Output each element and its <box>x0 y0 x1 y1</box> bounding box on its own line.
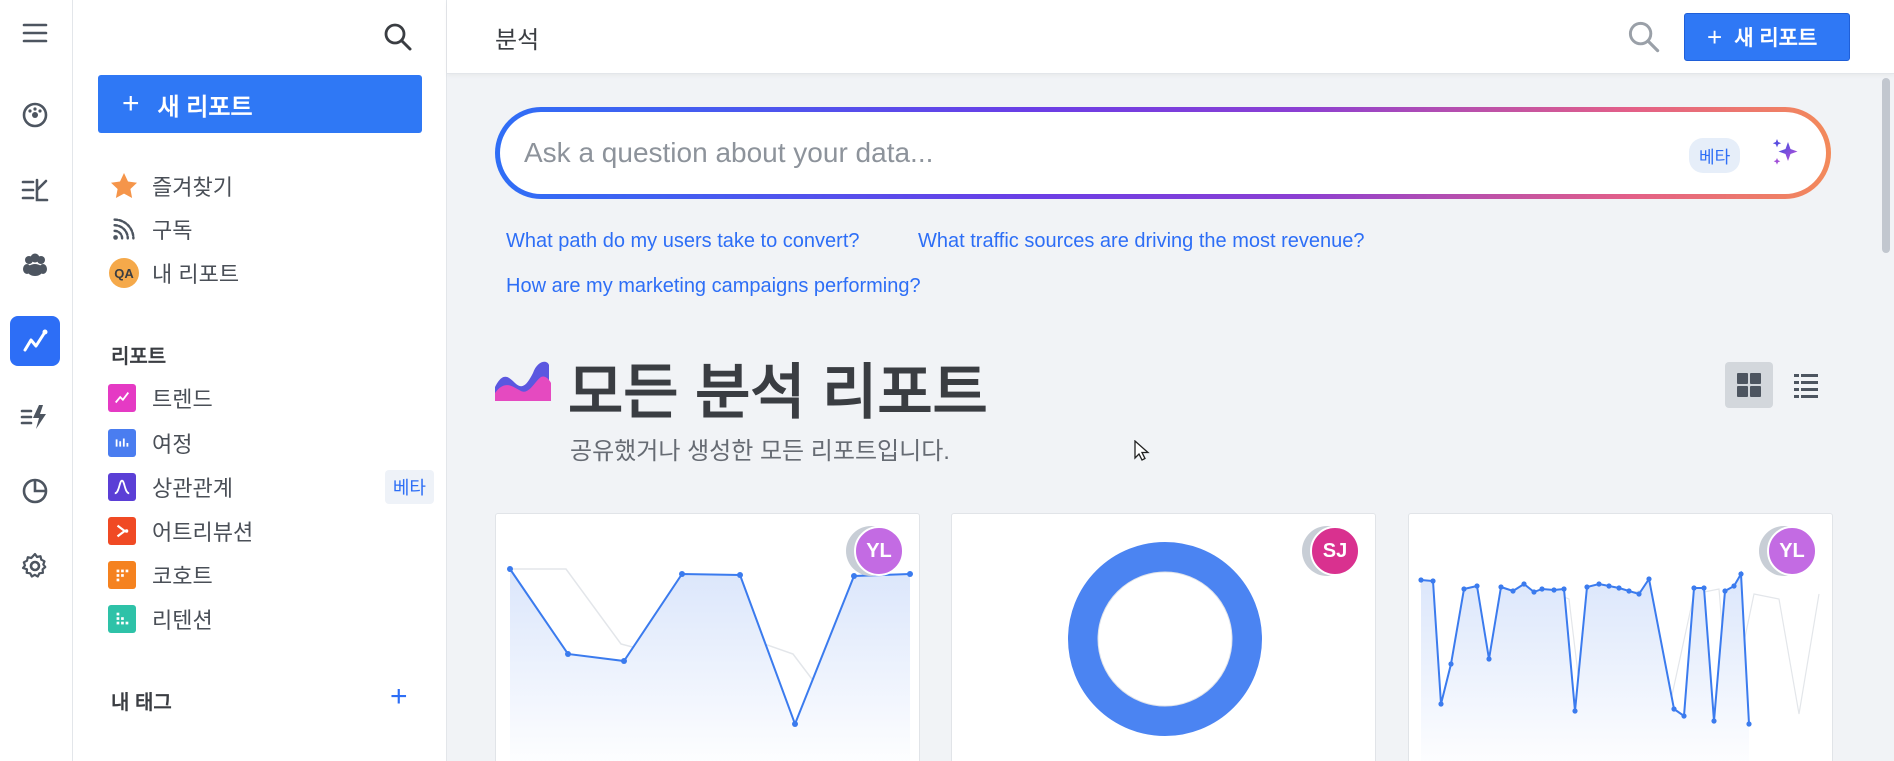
search-icon[interactable] <box>383 22 413 52</box>
suggestion-link[interactable]: How are my marketing campaigns performin… <box>506 275 921 298</box>
section-title: 모든 분석 리포트 <box>568 359 988 426</box>
page-title: 분석 <box>495 27 540 54</box>
owner-avatars: SJ <box>1302 526 1372 578</box>
sidebar-item-my-reports[interactable]: QA 내 리포트 <box>108 255 239 291</box>
avatar: SJ <box>1310 526 1360 576</box>
report-card[interactable]: SJ <box>951 513 1376 761</box>
mouse-cursor-icon <box>1134 440 1150 461</box>
sidebar-item-trends[interactable]: 트렌드 <box>108 380 213 416</box>
trend-icon <box>108 384 136 412</box>
sidebar-item-retention[interactable]: 리텐션 <box>108 601 213 637</box>
analytics-icon[interactable] <box>10 316 60 366</box>
new-report-button[interactable]: + 새 리포트 <box>1684 13 1850 61</box>
users-icon[interactable] <box>10 240 60 290</box>
avatar: YL <box>1767 526 1817 576</box>
left-rail <box>0 0 73 761</box>
ask-question-bar: 베타 <box>495 107 1831 199</box>
journey-icon <box>108 429 136 457</box>
owner-avatars: YL <box>1759 526 1829 578</box>
my-tags-heading: 내 태그 <box>111 692 172 714</box>
ask-question-input[interactable] <box>524 112 1624 194</box>
sidebar: + 새 리포트 즐겨찾기 구독 QA 내 리포트 리포트 트렌드 여정 상관관계… <box>73 0 447 761</box>
section-subtitle: 공유했거나 생성한 모든 리포트입니다. <box>570 438 950 465</box>
grid-view-button[interactable] <box>1725 362 1773 408</box>
sidebar-item-label: 구독 <box>152 218 193 243</box>
attribution-icon <box>108 517 136 545</box>
sidebar-item-label: 여정 <box>152 432 193 457</box>
actions-icon[interactable] <box>10 392 60 442</box>
sidebar-item-label: 리텐션 <box>152 608 213 633</box>
report-card[interactable]: YL <box>1408 513 1833 761</box>
report-card[interactable]: YL <box>495 513 920 761</box>
pie-chart-icon[interactable] <box>10 466 60 516</box>
correlation-icon <box>108 473 136 501</box>
new-report-label: 새 리포트 <box>157 93 253 121</box>
new-report-button[interactable]: + 새 리포트 <box>98 75 422 133</box>
sidebar-item-journeys[interactable]: 여정 <box>108 425 192 461</box>
search-icon[interactable] <box>1627 20 1661 54</box>
suggestion-link[interactable]: What traffic sources are driving the mos… <box>918 230 1365 253</box>
sidebar-item-subscriptions[interactable]: 구독 <box>108 211 192 247</box>
avatar: YL <box>854 526 904 576</box>
reports-heading: 리포트 <box>111 346 167 368</box>
new-report-label: 새 리포트 <box>1734 27 1818 50</box>
sidebar-item-label: 즐겨찾기 <box>152 175 233 200</box>
beta-badge: 베타 <box>1689 138 1741 173</box>
topbar: 분석 + 새 리포트 <box>447 0 1894 74</box>
gear-icon[interactable] <box>10 541 60 591</box>
list-view-button[interactable] <box>1782 362 1830 408</box>
vertical-scrollbar[interactable] <box>1882 78 1890 253</box>
subscription-icon <box>108 213 140 245</box>
sidebar-item-label: 상관관계 <box>152 476 233 501</box>
sidebar-item-cohorts[interactable]: 코호트 <box>108 557 213 593</box>
dashboard-icon[interactable] <box>10 90 60 140</box>
beta-badge: 베타 <box>384 470 434 504</box>
retention-icon <box>108 605 136 633</box>
menu-icon[interactable] <box>10 8 60 58</box>
grid-view-icon <box>1737 373 1761 397</box>
sidebar-item-label: 트렌드 <box>152 387 213 412</box>
owner-avatars: YL <box>846 526 916 578</box>
sidebar-item-favorites[interactable]: 즐겨찾기 <box>108 168 233 204</box>
suggestion-link[interactable]: What path do my users take to convert? <box>506 230 860 253</box>
plus-icon: + <box>122 87 140 120</box>
cohort-icon <box>108 561 136 589</box>
sidebar-item-label: 코호트 <box>152 564 213 589</box>
list-view-icon <box>1794 374 1818 398</box>
add-tag-button[interactable]: + <box>390 682 408 712</box>
star-icon <box>108 170 140 202</box>
sidebar-item-label: 내 리포트 <box>152 262 240 287</box>
ask-question-inner: 베타 <box>500 112 1826 194</box>
qa-avatar: QA <box>108 257 140 289</box>
sidebar-item-correlation[interactable]: 상관관계 베타 <box>108 469 448 505</box>
tasks-icon[interactable] <box>10 165 60 215</box>
sparkle-icon[interactable] <box>1768 134 1804 170</box>
sidebar-item-attribution[interactable]: 어트리뷰션 <box>108 513 253 549</box>
sidebar-item-label: 어트리뷰션 <box>152 520 254 545</box>
plus-icon: + <box>1707 22 1723 52</box>
analytics-section-icon <box>495 361 551 401</box>
